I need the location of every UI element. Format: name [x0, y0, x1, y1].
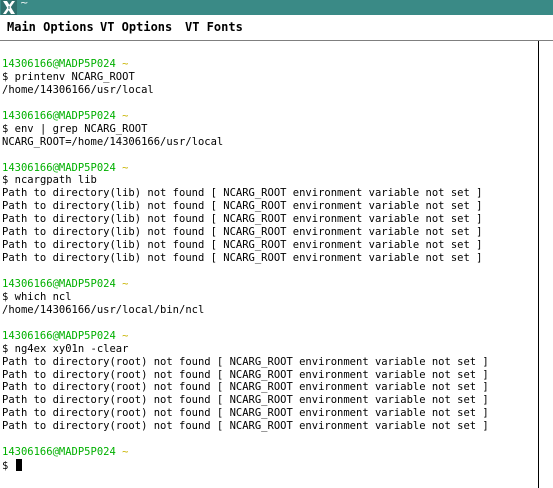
output-line: Path to directory(root) not found [ NCAR… — [2, 368, 489, 381]
x-logo-icon[interactable] — [1, 0, 17, 15]
prompt-line: 14306166@MADP5P024 ~ — [2, 110, 536, 123]
command-line: $ ng4ex xy01n -clear — [2, 343, 536, 356]
prompt-user-host: 14306166@MADP5P024 — [2, 446, 116, 459]
prompt-line: 14306166@MADP5P024 ~ — [2, 58, 536, 71]
prompt-path: ~ — [122, 58, 129, 70]
scrollbar[interactable] — [538, 41, 553, 488]
output-line: Path to directory(root) not found [ NCAR… — [2, 394, 489, 407]
output-line: Path to directory(root) not found [ NCAR… — [2, 420, 489, 433]
text-cursor — [15, 459, 22, 472]
prompt-user-host: 14306166@MADP5P024 — [2, 277, 116, 290]
prompt-line: 14306166@MADP5P024 ~ — [2, 330, 536, 343]
command-text: which ncl — [14, 290, 72, 303]
output-line: Path to directory(lib) not found [ NCARG… — [2, 239, 483, 252]
command-line: $ — [2, 459, 536, 472]
prompt-user-host: 14306166@MADP5P024 — [2, 329, 116, 342]
menu-main-options[interactable]: Main Options — [7, 15, 94, 40]
command-text: ng4ex xy01n -clear — [14, 342, 129, 355]
output-line: Path to directory(lib) not found [ NCARG… — [2, 187, 483, 200]
output-line: Path to directory(root) not found [ NCAR… — [2, 407, 489, 420]
command-line: $ which ncl — [2, 291, 536, 304]
output-line: /home/14306166/usr/local — [2, 83, 154, 96]
prompt-user-host: 14306166@MADP5P024 — [2, 109, 116, 122]
prompt-path: ~ — [122, 329, 129, 342]
command-line: $ ncargpath lib — [2, 174, 536, 187]
prompt-line: 14306166@MADP5P024 ~ — [2, 446, 536, 459]
output-line: Path to directory(root) not found [ NCAR… — [2, 355, 489, 368]
prompt-user-host: 14306166@MADP5P024 — [2, 58, 116, 70]
window-title: ~ — [20, 0, 29, 9]
prompt-line: 14306166@MADP5P024 ~ — [2, 162, 536, 175]
prompt-path: ~ — [122, 161, 129, 174]
command-text: env | grep NCARG_ROOT — [14, 122, 148, 135]
output-line: Path to directory(root) not found [ NCAR… — [2, 381, 489, 394]
terminal-output[interactable]: 14306166@MADP5P024 ~ $ printenv NCARG_ROO… — [2, 58, 536, 486]
scrollbar-thumb[interactable] — [539, 42, 553, 487]
title-bar[interactable]: ~ — [0, 0, 553, 15]
output-line: /home/14306166/usr/local/bin/ncl — [2, 303, 205, 316]
menu-bar: Main Options VT Options VT Fonts — [0, 15, 553, 41]
prompt-path: ~ — [122, 109, 129, 122]
command-line: $ printenv NCARG_ROOT — [2, 71, 536, 84]
output-line: Path to directory(lib) not found [ NCARG… — [2, 252, 483, 265]
command-text: ncargpath lib — [14, 174, 97, 187]
output-line: Path to directory(lib) not found [ NCARG… — [2, 213, 483, 226]
output-line: Path to directory(lib) not found [ NCARG… — [2, 200, 483, 213]
xterm-window: ~ Main Options VT Options VT Fonts 14306… — [0, 0, 553, 488]
menu-vt-fonts[interactable]: VT Fonts — [185, 15, 243, 40]
prompt-user-host: 14306166@MADP5P024 — [2, 161, 116, 174]
prompt-path: ~ — [122, 277, 129, 290]
command-text: printenv NCARG_ROOT — [14, 70, 135, 83]
output-line: Path to directory(lib) not found [ NCARG… — [2, 226, 483, 239]
menu-vt-options[interactable]: VT Options — [100, 15, 172, 40]
prompt-path: ~ — [122, 446, 129, 459]
command-line: $ env | grep NCARG_ROOT — [2, 123, 536, 136]
output-line: NCARG_ROOT=/home/14306166/usr/local — [2, 135, 224, 148]
prompt-line: 14306166@MADP5P024 ~ — [2, 278, 536, 291]
